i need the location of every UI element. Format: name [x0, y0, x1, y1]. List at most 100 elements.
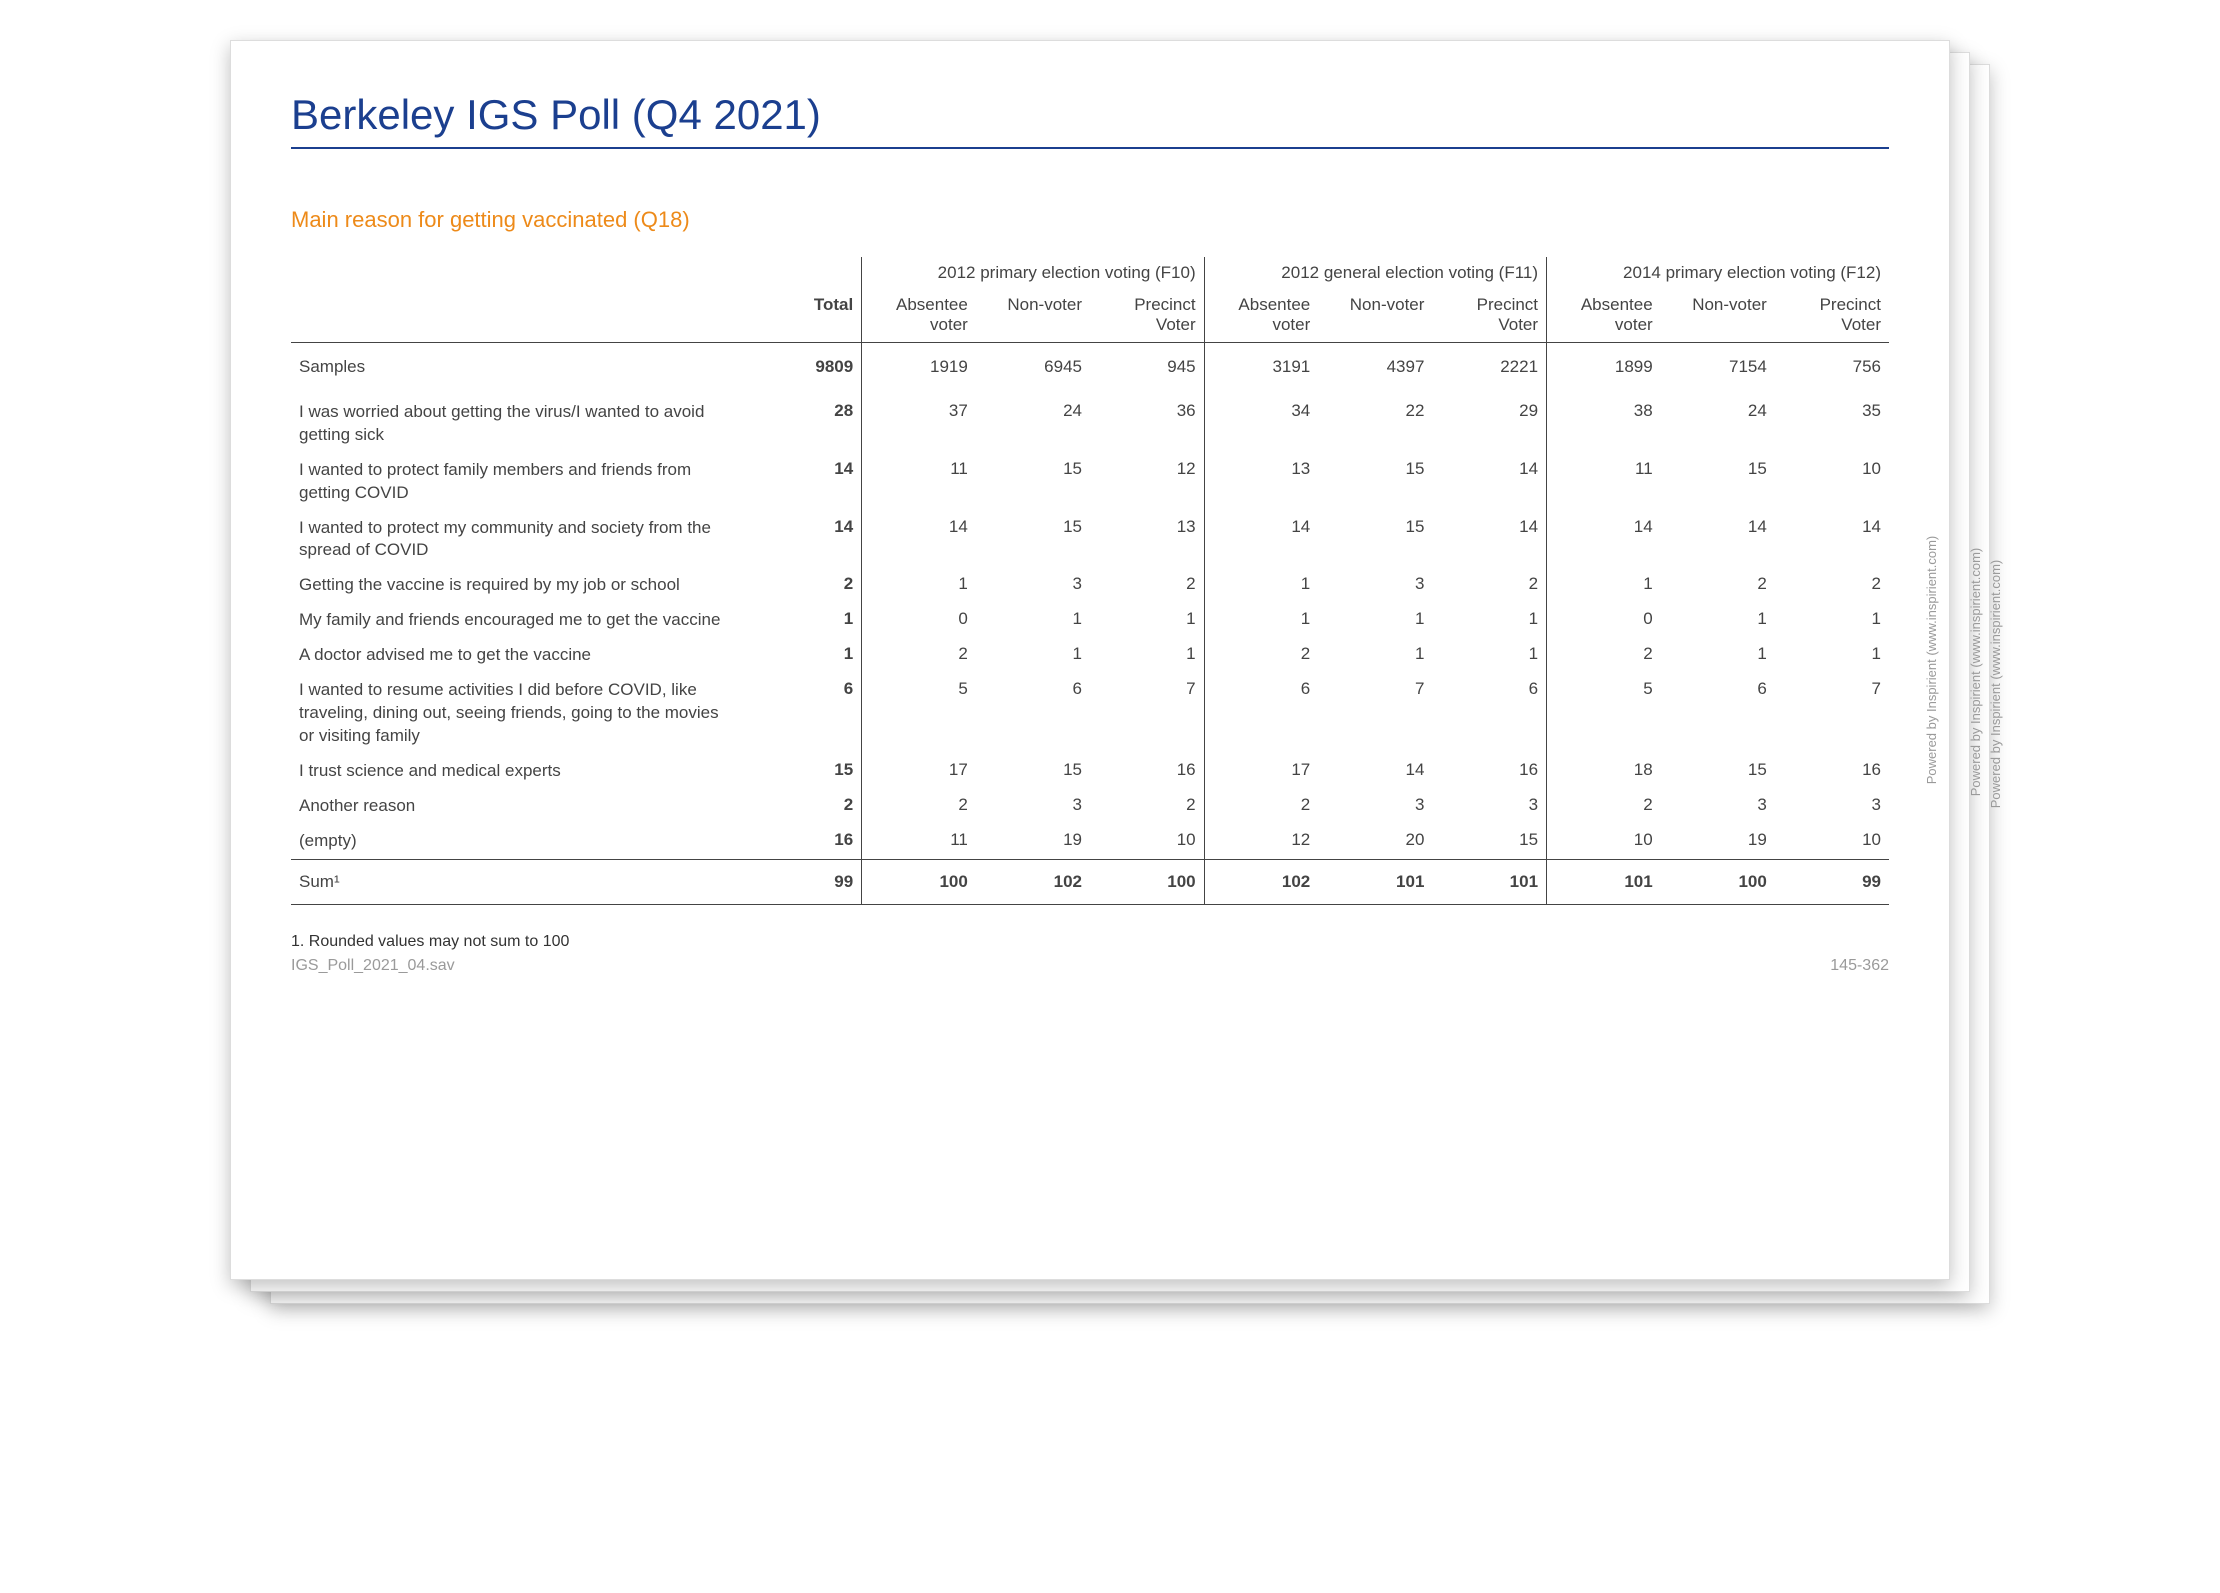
- row-label: I wanted to resume activities I did befo…: [291, 673, 748, 754]
- cell: 17: [1204, 754, 1318, 789]
- total-label: Total: [748, 289, 862, 342]
- cell: 12: [1204, 824, 1318, 859]
- cell: 15: [1318, 453, 1432, 511]
- cell: 99: [1775, 859, 1889, 904]
- footer-right: 145-362: [1830, 957, 1889, 975]
- cell: 2: [1090, 568, 1204, 603]
- cell: 1: [976, 638, 1090, 673]
- cell: 17: [862, 754, 976, 789]
- cell: 2: [1204, 789, 1318, 824]
- row-label: Getting the vaccine is required by my jo…: [291, 568, 748, 603]
- cell: 11: [862, 824, 976, 859]
- cell: 7: [1090, 673, 1204, 754]
- table-row: Getting the vaccine is required by my jo…: [291, 568, 1889, 603]
- cell: 15: [976, 453, 1090, 511]
- cell: 6945: [976, 342, 1090, 395]
- cell: 1: [1318, 638, 1432, 673]
- cell: 2: [1547, 789, 1661, 824]
- cell: 2: [1547, 638, 1661, 673]
- cell: 1: [1547, 568, 1661, 603]
- cell: 1899: [1547, 342, 1661, 395]
- page-front: Powered by Inspirient (www.inspirient.co…: [230, 40, 1950, 1280]
- cell: 24: [1661, 395, 1775, 453]
- cell: 1: [862, 568, 976, 603]
- cell: 11: [862, 453, 976, 511]
- cell: 2: [1661, 568, 1775, 603]
- cell: 19: [976, 824, 1090, 859]
- cell: 2: [862, 789, 976, 824]
- row-label: I wanted to protect my community and soc…: [291, 511, 748, 569]
- cell: 0: [1547, 603, 1661, 638]
- cell: 3: [1432, 789, 1546, 824]
- cell: 101: [1547, 859, 1661, 904]
- sub-col: Precinct Voter: [1775, 289, 1889, 342]
- cell: 3: [1661, 789, 1775, 824]
- sub-col: Non-voter: [1318, 289, 1432, 342]
- page-stack: Powered by Inspirient (www.inspirient.co…: [230, 40, 1990, 1320]
- cell: 2: [1432, 568, 1546, 603]
- cell: 3: [1318, 568, 1432, 603]
- row-total: 99: [748, 859, 862, 904]
- cell: 14: [1775, 511, 1889, 569]
- sub-col: Precinct Voter: [1090, 289, 1204, 342]
- row-total: 6: [748, 673, 862, 754]
- row-total: 15: [748, 754, 862, 789]
- cell: 1: [976, 603, 1090, 638]
- cell: 10: [1547, 824, 1661, 859]
- cell: 2: [1204, 638, 1318, 673]
- title-rule: [291, 147, 1889, 149]
- cell: 10: [1775, 824, 1889, 859]
- page-subtitle: Main reason for getting vaccinated (Q18): [291, 207, 1889, 233]
- sub-col: Non-voter: [976, 289, 1090, 342]
- cell: 15: [976, 511, 1090, 569]
- table-row: I was worried about getting the virus/I …: [291, 395, 1889, 453]
- cell: 1: [1204, 603, 1318, 638]
- row-label: A doctor advised me to get the vaccine: [291, 638, 748, 673]
- row-total: 14: [748, 511, 862, 569]
- row-total: 2: [748, 789, 862, 824]
- cell: 14: [1432, 453, 1546, 511]
- cell: 4397: [1318, 342, 1432, 395]
- cell: 6: [1432, 673, 1546, 754]
- cell: 22: [1318, 395, 1432, 453]
- cell: 3: [976, 568, 1090, 603]
- cell: 14: [862, 511, 976, 569]
- cell: 3: [1318, 789, 1432, 824]
- cell: 102: [976, 859, 1090, 904]
- cell: 3: [976, 789, 1090, 824]
- table-row: I wanted to protect my community and soc…: [291, 511, 1889, 569]
- cell: 38: [1547, 395, 1661, 453]
- row-total: 9809: [748, 342, 862, 395]
- cell: 2: [1090, 789, 1204, 824]
- cell: 1919: [862, 342, 976, 395]
- sub-header-row: Total Absentee voter Non-voter Precinct …: [291, 289, 1889, 342]
- footnote: 1. Rounded values may not sum to 100: [291, 933, 1889, 951]
- table-row: (empty)16111910122015101910: [291, 824, 1889, 859]
- cell: 35: [1775, 395, 1889, 453]
- row-label: (empty): [291, 824, 748, 859]
- group-title: 2012 general election voting (F11): [1204, 257, 1546, 289]
- row-total: 14: [748, 453, 862, 511]
- cell: 3: [1775, 789, 1889, 824]
- group-title: 2012 primary election voting (F10): [862, 257, 1204, 289]
- sub-col: Absentee voter: [862, 289, 976, 342]
- cell: 0: [862, 603, 976, 638]
- cell: 15: [1661, 754, 1775, 789]
- row-total: 1: [748, 603, 862, 638]
- cell: 15: [976, 754, 1090, 789]
- cell: 13: [1204, 453, 1318, 511]
- table-row: My family and friends encouraged me to g…: [291, 603, 1889, 638]
- row-total: 1: [748, 638, 862, 673]
- cell: 6: [976, 673, 1090, 754]
- cell: 11: [1547, 453, 1661, 511]
- cell: 2: [1775, 568, 1889, 603]
- cell: 6: [1661, 673, 1775, 754]
- sub-col: Absentee voter: [1204, 289, 1318, 342]
- cell: 101: [1318, 859, 1432, 904]
- row-label: I trust science and medical experts: [291, 754, 748, 789]
- cell: 1: [1090, 603, 1204, 638]
- cell: 20: [1318, 824, 1432, 859]
- group-title: 2014 primary election voting (F12): [1547, 257, 1889, 289]
- cell: 1: [1661, 638, 1775, 673]
- cell: 1: [1775, 603, 1889, 638]
